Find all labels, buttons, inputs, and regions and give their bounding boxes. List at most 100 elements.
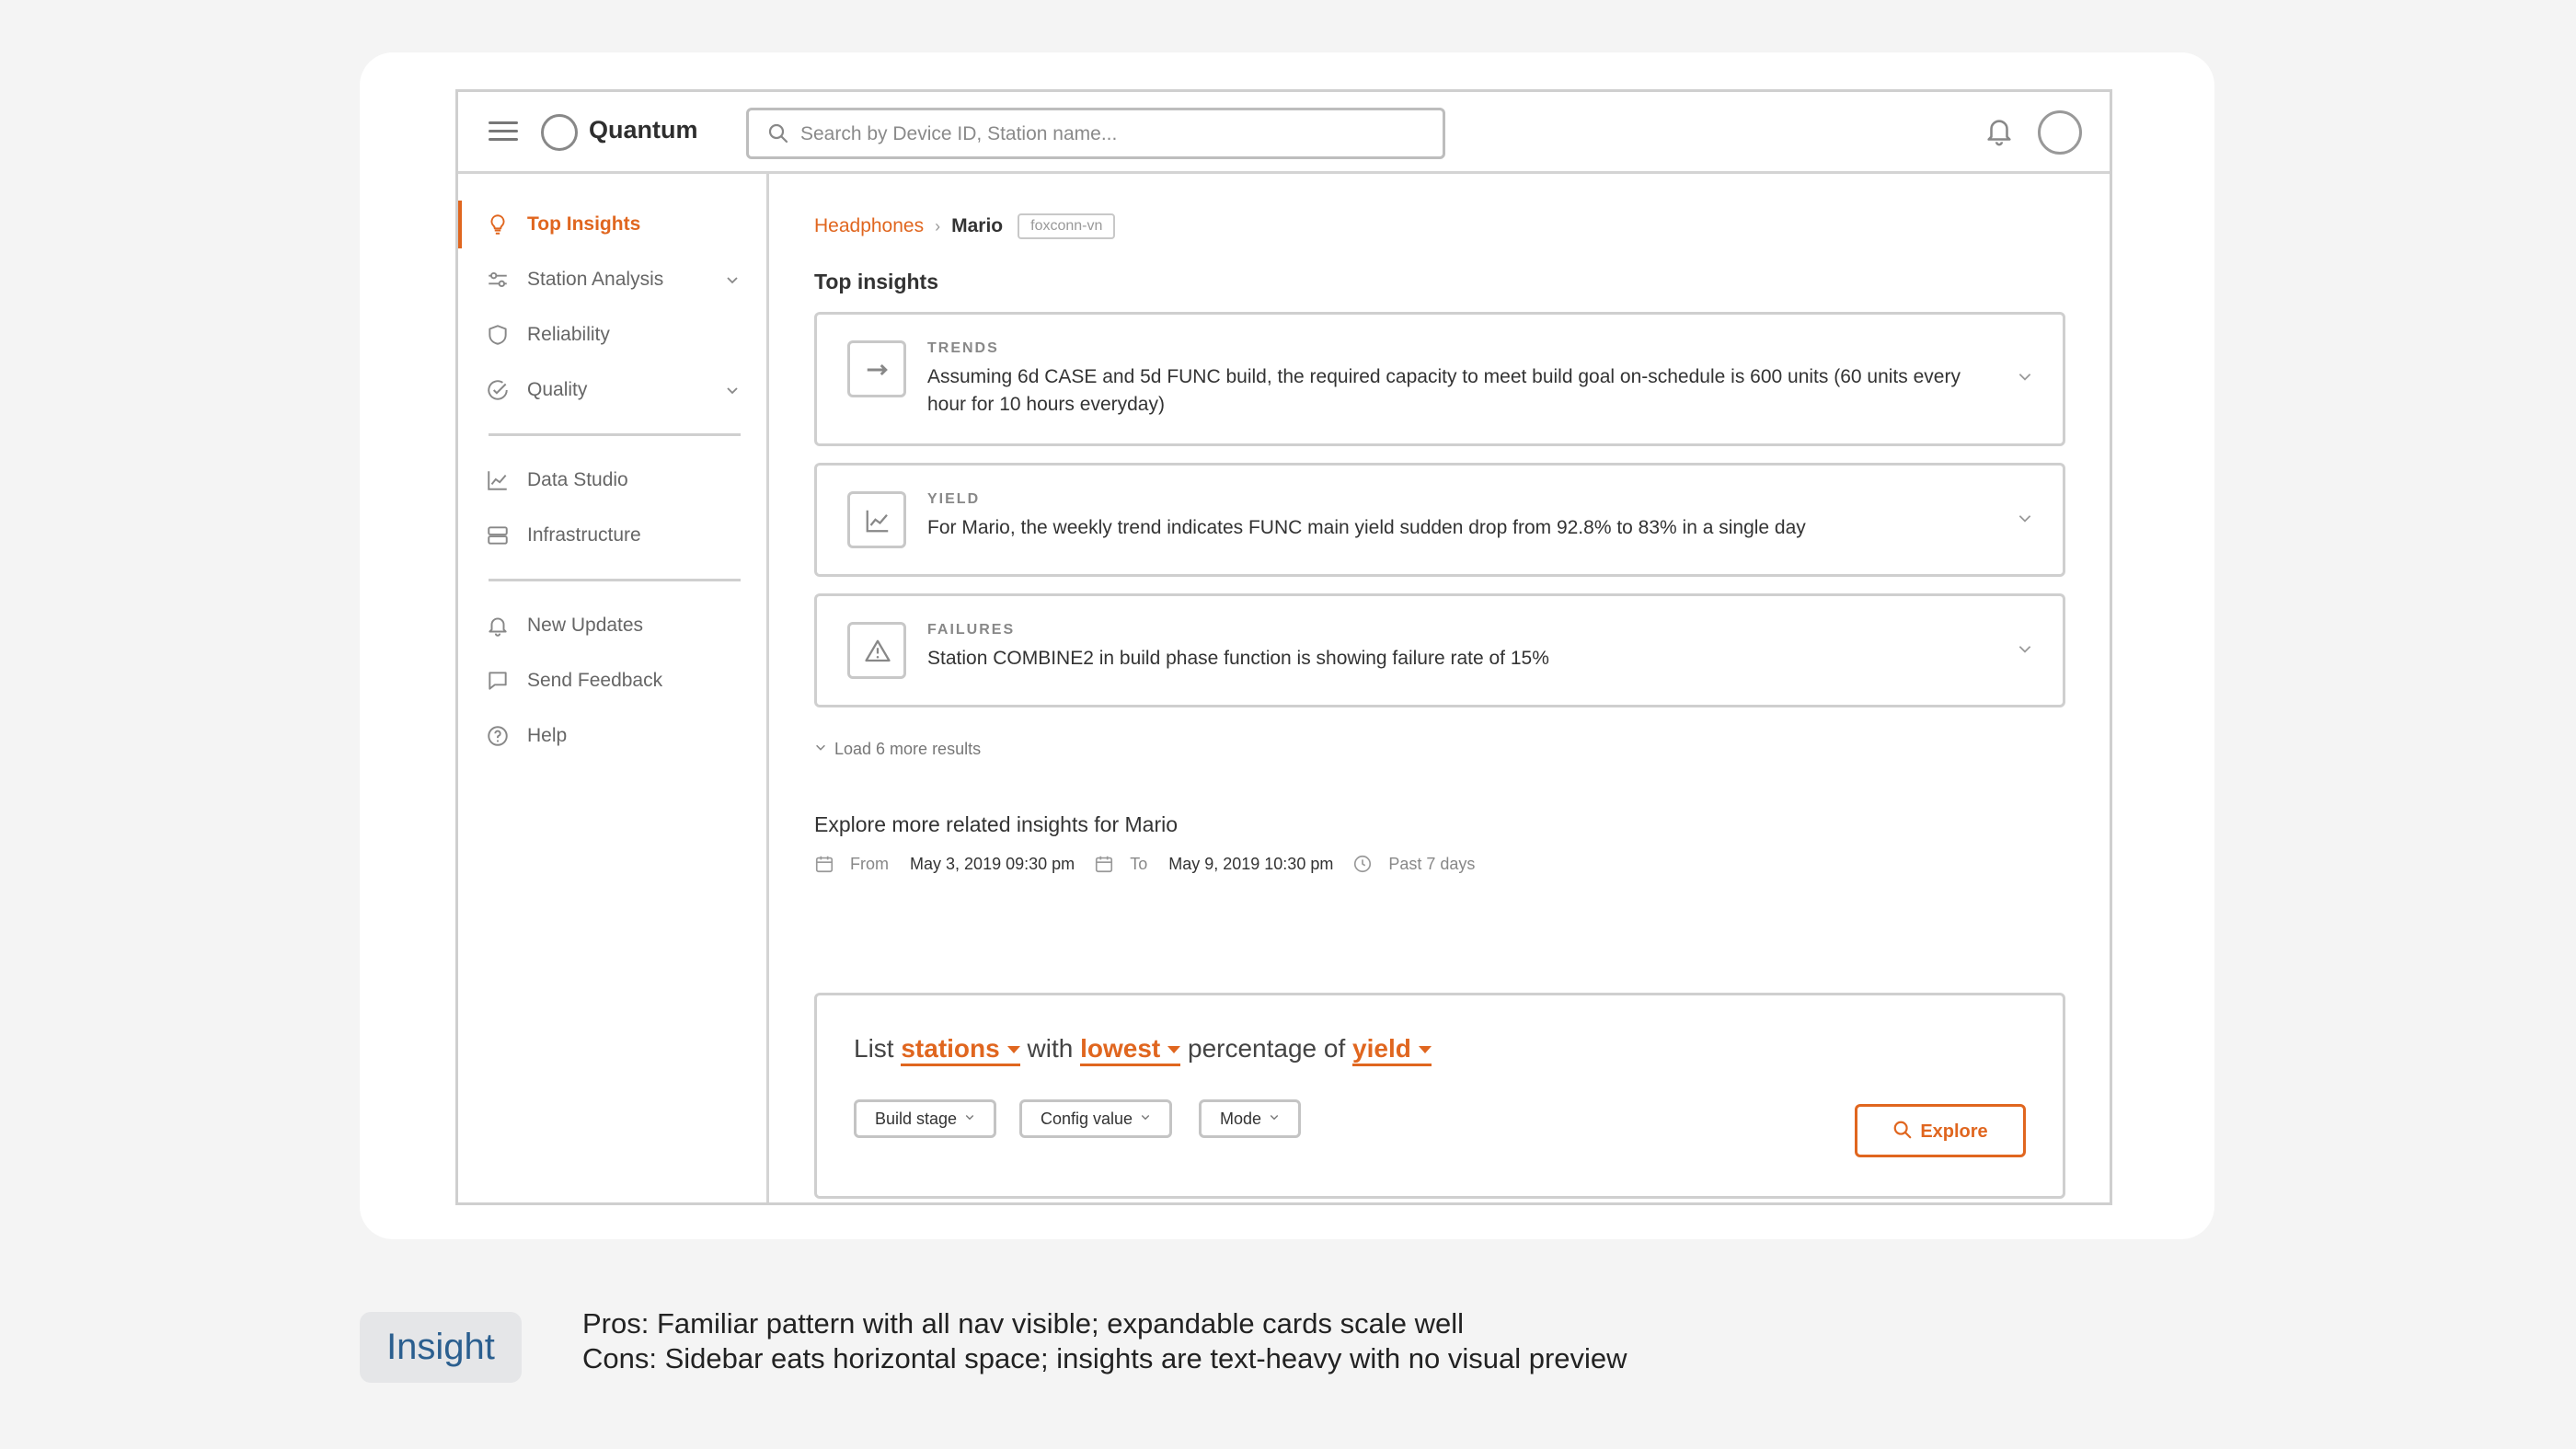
search-icon: [1893, 1121, 1912, 1138]
explore-button[interactable]: Explore: [1855, 1104, 2026, 1157]
avatar[interactable]: [2038, 110, 2082, 155]
chevron-down-icon: [816, 744, 825, 751]
server-icon: [488, 526, 508, 545]
filter-build-stage[interactable]: Build stage: [854, 1099, 997, 1138]
calendar-icon[interactable]: [1094, 854, 1114, 874]
arrow-right-icon: [867, 363, 888, 376]
clock-icon: [1354, 856, 1372, 873]
from-label: From: [850, 854, 890, 873]
sidebar-item-new-updates[interactable]: New Updates: [458, 602, 766, 650]
sidebar-divider: [489, 579, 741, 581]
from-date[interactable]: May 3, 2019 09:30 pm: [910, 855, 1075, 874]
query-token-entity[interactable]: stations: [901, 1034, 1020, 1066]
filter-label: Config value: [1041, 1110, 1133, 1128]
cons-text: Cons: Sidebar eats horizontal space; ins…: [582, 1342, 1627, 1374]
insight-kicker: FAILURES: [927, 622, 1016, 638]
breadcrumb-current: Mario: [951, 215, 1004, 236]
bell-icon[interactable]: [1984, 114, 2015, 149]
search-input[interactable]: [800, 118, 1426, 151]
query-word: with: [1027, 1034, 1074, 1063]
sidebar-item-help[interactable]: Help: [458, 712, 766, 760]
failures-icon-box: [847, 622, 906, 679]
yield-icon-box: [847, 491, 906, 548]
line-chart-icon: [488, 471, 507, 490]
filter-config-value[interactable]: Config value: [1019, 1099, 1173, 1138]
to-label: To: [1130, 854, 1148, 873]
top-bar: Quantum: [458, 92, 2110, 174]
chevron-down-icon[interactable]: [2017, 640, 2033, 657]
main-content: Headphones › Mario foxconn-vn Top insights …: [772, 174, 2110, 1202]
caret-down-icon: [1006, 1046, 1020, 1053]
query-token-metric[interactable]: yield: [1352, 1034, 1432, 1066]
sidebar-item-quality[interactable]: Quality: [458, 366, 766, 414]
explore-button-label: Explore: [1920, 1121, 1988, 1142]
breadcrumb: Headphones › Mario foxconn-vn: [814, 213, 1116, 239]
sidebar: Top Insights Station Analysis Reliabilit…: [458, 174, 769, 1202]
warning-icon: [865, 639, 891, 662]
date-range-row: From May 3, 2019 09:30 pm To May 9, 2019…: [814, 854, 1475, 881]
logo-icon: [541, 114, 578, 151]
sidebar-item-label: Data Studio: [527, 469, 628, 490]
chevron-down-icon: [1141, 1115, 1150, 1121]
bell-icon: [489, 617, 507, 637]
calendar-icon[interactable]: [814, 854, 834, 874]
query-builder: List stations with lowest percentage of …: [814, 993, 2065, 1199]
brand-name: Quantum: [589, 116, 698, 144]
load-more-link[interactable]: Load 6 more results: [814, 740, 981, 759]
trend-icon-box: [847, 340, 906, 397]
sidebar-item-label: Send Feedback: [527, 670, 663, 691]
range-label[interactable]: Past 7 days: [1388, 855, 1475, 874]
sidebar-item-data-studio[interactable]: Data Studio: [458, 456, 766, 504]
lightbulb-icon: [490, 214, 505, 235]
insight-text: Assuming 6d CASE and 5d FUNC build, the …: [927, 366, 1961, 415]
sidebar-item-label: Help: [527, 725, 568, 746]
sidebar-item-label: Top Insights: [527, 213, 641, 235]
chevron-down-icon[interactable]: [2017, 368, 2033, 385]
filter-label: Build stage: [875, 1110, 958, 1128]
filter-mode[interactable]: Mode: [1199, 1099, 1302, 1138]
insight-text: Station COMBINE2 in build phase function…: [927, 648, 1549, 669]
chevron-down-icon: [1270, 1115, 1279, 1121]
chevron-down-icon: [965, 1115, 974, 1121]
pros-cons-note: Pros: Familiar pattern with all nav visi…: [582, 1306, 1627, 1376]
query-word: List: [854, 1034, 894, 1063]
sidebar-item-label: Infrastructure: [527, 524, 641, 546]
shield-icon: [489, 325, 507, 345]
pros-text: Pros: Familiar pattern with all nav visi…: [582, 1307, 1464, 1340]
sidebar-item-label: Quality: [527, 379, 588, 400]
insight-kicker: YIELD: [927, 491, 981, 507]
section-title-top-insights: Top insights: [814, 270, 939, 293]
chart-icon: [866, 510, 889, 533]
message-icon: [489, 672, 507, 690]
sidebar-item-station-analysis[interactable]: Station Analysis: [458, 256, 766, 304]
menu-icon[interactable]: [489, 120, 518, 144]
caret-down-icon: [1418, 1046, 1432, 1053]
sidebar-item-infrastructure[interactable]: Infrastructure: [458, 512, 766, 559]
chevron-down-icon[interactable]: [2017, 510, 2033, 526]
filter-label: Mode: [1220, 1110, 1262, 1128]
query-word: percentage of: [1188, 1034, 1346, 1063]
search-bar[interactable]: [746, 108, 1445, 159]
sidebar-item-reliability[interactable]: Reliability: [458, 311, 766, 359]
load-more-label: Load 6 more results: [834, 740, 982, 758]
search-icon: [768, 123, 788, 144]
breadcrumb-link-headphones[interactable]: Headphones: [814, 215, 924, 236]
to-date[interactable]: May 9, 2019 10:30 pm: [1168, 855, 1333, 874]
query-token-label: lowest: [1080, 1034, 1161, 1063]
insight-card-trends[interactable]: TRENDS Assuming 6d CASE and 5d FUNC buil…: [814, 312, 2065, 446]
insight-kicker: TRENDS: [927, 340, 999, 356]
chevron-down-icon: [727, 277, 738, 284]
chevron-down-icon: [727, 387, 738, 395]
app-window: Quantum Top Insights Station Analysis Re…: [455, 89, 2112, 1205]
sidebar-item-top-insights[interactable]: Top Insights: [458, 201, 766, 248]
query-token-order[interactable]: lowest: [1080, 1034, 1181, 1066]
sidebar-item-label: New Updates: [527, 615, 644, 636]
insight-card-yield[interactable]: YIELD For Mario, the weekly trend indica…: [814, 463, 2065, 577]
query-token-label: stations: [901, 1034, 1000, 1063]
sidebar-divider: [489, 433, 741, 436]
sidebar-item-label: Station Analysis: [527, 269, 664, 290]
explore-title: Explore more related insights for Mario: [814, 812, 1178, 836]
insight-card-failures[interactable]: FAILURES Station COMBINE2 in build phase…: [814, 593, 2065, 707]
insight-badge: Insight: [360, 1312, 522, 1383]
sidebar-item-send-feedback[interactable]: Send Feedback: [458, 657, 766, 705]
